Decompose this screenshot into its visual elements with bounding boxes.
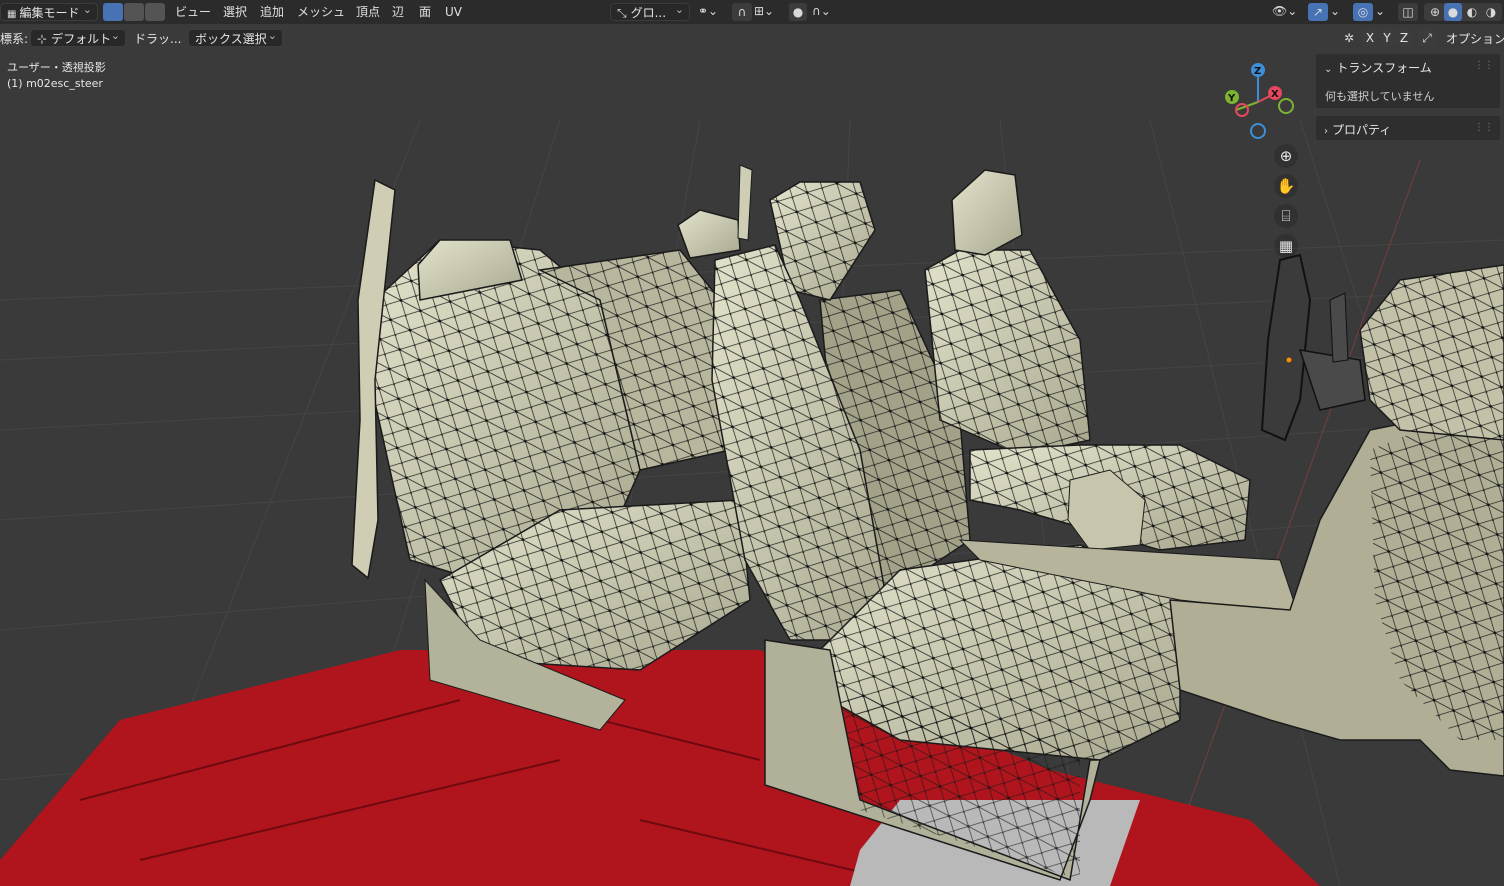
mode-select[interactable]: ▦ 編集モード [0,1,98,21]
transform-orientation-select[interactable]: ⤡ グロ... [610,1,690,21]
properties-title: プロパティ [1332,123,1392,137]
axis-gizmo-svg: Z Y X [1225,63,1294,139]
rendered-shading-icon[interactable]: ◑ [1482,3,1500,21]
view-name: ユーザー・透視投影 [7,61,106,74]
zoom-icon[interactable]: ⊕ [1274,144,1298,168]
steering-wheel [1260,253,1312,442]
drag-value: ボックス選択 [195,32,267,46]
orientation-value: デフォルト [51,32,112,46]
axis-icon: ⤡ [617,6,627,20]
menu-uv[interactable]: UV [445,0,462,24]
gizmo-axis-x: X [1271,89,1279,100]
orientation-select[interactable]: ⊹ デフォルト [30,27,126,47]
gizmo-toggle[interactable]: ↗ [1308,3,1328,21]
drag-label: ドラッ... [134,32,182,46]
gizmo-axis-z: Z [1254,66,1261,77]
drag-handle-icon[interactable]: ⋮⋮ [1474,60,1494,71]
shading-mode-group: ⊕ ● ◐ ◑ [1424,3,1502,21]
menu-face[interactable]: 面 [419,0,431,24]
transform-panel-header[interactable]: ⌄ トランスフォーム [1324,59,1432,76]
gizmo-axis-y: Y [1227,93,1236,104]
perspective-grid-icon[interactable]: ▦ [1274,234,1298,258]
magnet-icon: ∩ [737,5,747,19]
mirror-icon-button[interactable]: ✲ [1340,29,1358,47]
mirror-y-button[interactable]: Y [1379,29,1395,47]
transform-panel: ⌄ トランスフォーム ⋮⋮ 何も選択していません [1316,54,1500,108]
menu-add[interactable]: 追加 [260,0,284,24]
visibility-select[interactable]: 👁⌄ [1272,4,1302,20]
mirror-z-button[interactable]: Z [1396,29,1412,47]
pan-hand-icon[interactable]: ✋ [1274,174,1298,198]
transform-title: トランスフォーム [1336,61,1432,75]
pivot-point-button[interactable]: ⚭⌄ [698,4,726,20]
edge-select-button[interactable] [124,3,144,21]
menu-mesh[interactable]: メッシュ [297,0,345,24]
drag-select[interactable]: ボックス選択 [188,27,283,47]
butterfly-icon: ✲ [1343,31,1355,45]
snap-grid-icon: ⊞⌄ [754,4,775,18]
merge-icon: ⤢ [1422,31,1432,45]
solid-shading-icon[interactable]: ● [1444,3,1462,21]
gizmo-dropdown[interactable]: ⌄ [1330,4,1342,20]
face-select-button[interactable] [145,3,165,21]
proportional-icon: ● [792,5,804,19]
overlay-dropdown[interactable]: ⌄ [1375,4,1387,20]
menu-vertex[interactable]: 頂点 [356,0,380,24]
chevron-down-icon: ⌄ [1324,64,1333,75]
auto-merge-button[interactable]: ⤢ [1418,29,1436,47]
properties-panel-header[interactable]: › プロパティ [1324,121,1391,138]
chevron-right-icon: › [1324,126,1328,137]
object-name: (1) m02esc_steer [7,77,103,90]
xray-icon: ◫ [1402,5,1414,19]
navigation-gizmo[interactable]: Z Y X [1218,60,1298,142]
link-icon: ⚭⌄ [698,4,719,18]
vertex-select-button[interactable] [103,3,123,21]
proportional-edit-toggle[interactable]: ● [789,3,807,21]
drag-handle-icon[interactable]: ⋮⋮ [1474,122,1494,133]
mirror-x-button[interactable]: X [1362,29,1378,47]
menu-view[interactable]: ビュー [175,0,211,24]
chevron-down-icon: ⌄ [1330,4,1341,18]
wireframe-shading-icon[interactable]: ⊕ [1426,3,1444,21]
falloff-select[interactable]: ∩⌄ [812,4,838,20]
transform-axes-icon: ⊹ [37,32,48,46]
material-shading-icon[interactable]: ◐ [1463,3,1481,21]
eye-icon: 👁⌄ [1272,4,1298,18]
menu-select[interactable]: 選択 [223,0,247,24]
overlay-icon: ◎ [1357,5,1369,19]
overlay-toggle[interactable]: ◎ [1353,3,1373,21]
camera-icon[interactable]: ⌸ [1274,204,1298,228]
snap-toggle[interactable]: ∩ [732,3,752,21]
properties-panel[interactable]: › プロパティ ⋮⋮ [1316,116,1500,140]
edit-mode-icon: ▦ [7,9,17,20]
viewport-header: ▦編集モード ビュー 選択 追加 メッシュ 頂点 辺 面 UV ⤡グロ... ⚭… [0,0,1504,24]
menu-edge[interactable]: 辺 [392,0,404,24]
tool-settings-header: 標系: ⊹デフォルト ドラッ... ボックス選択 ✲ X Y Z ⤢ オプション [0,24,1504,52]
transform-orientation-label: グロ... [630,6,667,20]
gizmo-icon: ↗ [1312,5,1324,19]
transform-empty-message: 何も選択していません [1325,90,1435,103]
orientation-prefix: 標系: [0,32,29,46]
falloff-curve-icon: ∩⌄ [812,4,831,18]
mode-label: 編集モード [19,6,80,20]
3d-viewport[interactable]: ユーザー・透視投影 (1) m02esc_steer Z Y X ⊕ ✋ ⌸ ▦… [0,52,1504,886]
chevron-down-icon: ⌄ [1375,4,1386,18]
snap-target-select[interactable]: ⊞⌄ [754,4,784,20]
options-menu[interactable]: オプション [1446,30,1504,47]
xray-toggle[interactable]: ◫ [1398,3,1418,21]
